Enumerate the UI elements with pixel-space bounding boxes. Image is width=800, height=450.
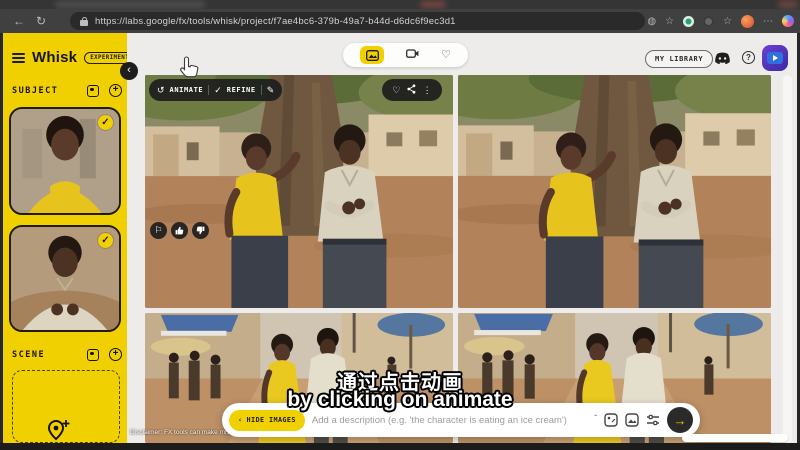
- more-options-icon[interactable]: ⋮: [423, 86, 432, 95]
- browser-menu-icon[interactable]: ⋯: [763, 16, 773, 27]
- copilot-icon[interactable]: [782, 15, 794, 27]
- caret-down-icon[interactable]: ˇ: [594, 414, 597, 423]
- favorite-icon[interactable]: ♡: [392, 86, 400, 95]
- app-title: Whisk: [32, 49, 77, 66]
- thumbs-up-icon[interactable]: [171, 222, 188, 239]
- tab-blur: [55, 1, 205, 8]
- selected-check-icon[interactable]: ✓: [98, 115, 113, 130]
- image-hover-actions: ↺ ANIMATE ✓ REFINE ✎: [149, 79, 282, 101]
- feedback-actions: ⚐: [150, 222, 209, 239]
- subject-thumbnail-man[interactable]: ✓: [9, 225, 121, 332]
- generated-image-1[interactable]: [145, 75, 453, 308]
- video-mode-button[interactable]: [406, 46, 419, 64]
- hide-images-button[interactable]: ‹ HIDE IMAGES: [229, 410, 305, 431]
- subject-section-label: SUBJECT: [12, 86, 58, 96]
- favorite-star-icon[interactable]: ☆: [665, 16, 674, 27]
- report-flag-icon[interactable]: ⚐: [150, 222, 167, 239]
- image-utility-actions: ♡ ⋮: [382, 79, 442, 101]
- animate-button[interactable]: ANIMATE: [170, 86, 204, 94]
- whisk-app-screenshot: ← ↻ https://labs.google/fx/tools/whisk/p…: [0, 0, 800, 450]
- experiment-badge: EXPERIMENT: [84, 52, 127, 64]
- chevron-left-icon: ‹: [238, 416, 243, 424]
- roll-dice-icon[interactable]: [87, 349, 99, 361]
- account-avatar[interactable]: [762, 45, 788, 71]
- lock-icon: [80, 17, 88, 26]
- mode-switcher: ♡: [343, 43, 468, 67]
- scene-section-label: SCENE: [12, 350, 45, 360]
- browser-toolbar: ← ↻ https://labs.google/fx/tools/whisk/p…: [0, 9, 800, 33]
- add-scene-icon[interactable]: +: [109, 348, 122, 361]
- location-pin-icon[interactable]: [45, 418, 73, 443]
- menu-icon[interactable]: [12, 53, 25, 63]
- extension-icon[interactable]: [683, 16, 694, 27]
- subject-thumbnail-woman[interactable]: ✓: [9, 107, 121, 215]
- window-edge-bottom: [0, 443, 800, 450]
- address-bar[interactable]: https://labs.google/fx/tools/whisk/proje…: [70, 12, 645, 30]
- collapse-sidebar-button[interactable]: ‹: [120, 62, 138, 80]
- url-text[interactable]: https://labs.google/fx/tools/whisk/proje…: [95, 16, 456, 27]
- my-library-button[interactable]: MY LIBRARY: [645, 50, 713, 68]
- browser-profile-avatar[interactable]: [741, 15, 754, 28]
- favorites-mode-button[interactable]: ♡: [441, 50, 451, 61]
- animate-icon[interactable]: ↺: [157, 86, 165, 95]
- thumbs-down-icon[interactable]: [192, 222, 209, 239]
- prompt-input[interactable]: Add a description (e.g. 'the character i…: [312, 415, 587, 426]
- back-icon[interactable]: ←: [8, 14, 30, 28]
- selected-check-icon[interactable]: ✓: [98, 233, 113, 248]
- edit-prompt-icon[interactable]: ✎: [267, 86, 275, 95]
- settings-sliders-icon[interactable]: [646, 413, 660, 427]
- subtitle-english: by clicking on animate: [0, 388, 800, 412]
- reader-icon[interactable]: ◍: [647, 16, 656, 27]
- refine-button[interactable]: REFINE: [227, 86, 256, 94]
- extension-icon[interactable]: [703, 16, 714, 27]
- collections-icon[interactable]: ☆: [723, 16, 732, 27]
- add-subject-icon[interactable]: +: [109, 84, 122, 97]
- mouse-cursor-hand: [178, 55, 200, 86]
- help-icon[interactable]: ?: [742, 51, 755, 64]
- image-mode-button[interactable]: [360, 46, 384, 64]
- inspire-dice-icon[interactable]: [604, 413, 618, 427]
- window-edge-left: [0, 33, 3, 443]
- browser-tab-strip[interactable]: [0, 0, 800, 9]
- tab-blur: [420, 1, 446, 8]
- generated-image-2[interactable]: [458, 75, 771, 308]
- horizontal-scrollbar[interactable]: [682, 434, 788, 442]
- refresh-icon[interactable]: ↻: [30, 14, 52, 28]
- discord-icon[interactable]: [714, 52, 731, 65]
- refine-icon[interactable]: ✓: [214, 86, 222, 95]
- share-icon[interactable]: [407, 84, 416, 96]
- add-image-icon[interactable]: [625, 413, 639, 427]
- roll-dice-icon[interactable]: [87, 85, 99, 97]
- tab-blur: [778, 1, 798, 8]
